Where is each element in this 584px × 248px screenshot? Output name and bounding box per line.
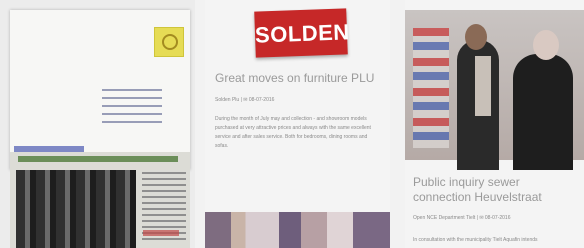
clipping-photo (16, 170, 136, 248)
person-right (513, 54, 573, 170)
handwritten-note (14, 146, 84, 152)
handwritten-address (102, 83, 162, 129)
article-meta: Open NCE Department Tielt | ✉ 08-07-2016 (413, 215, 511, 221)
scarf (475, 56, 491, 116)
article-excerpt: During the month of July may and collect… (215, 116, 371, 149)
article-photo[interactable] (405, 10, 584, 170)
article-card-2[interactable]: SOLDEN Great moves on furniture PLU Sold… (205, 0, 390, 248)
solden-logo[interactable]: SOLDEN (254, 8, 351, 58)
person-right-head (533, 30, 559, 60)
clipping-headline (18, 156, 178, 162)
article-excerpt: In consultation with the municipality Ti… (413, 237, 538, 243)
article-title[interactable]: Public inquiry sewer connection Heuvelst… (413, 175, 578, 205)
newspaper-clipping-image[interactable] (10, 152, 190, 248)
article-card-3[interactable]: Public inquiry sewer connection Heuvelst… (405, 0, 584, 248)
person-left-head (465, 24, 487, 50)
postage-stamp (154, 27, 184, 57)
brochure-shelf (413, 28, 449, 148)
article-meta: Solden Plu | ✉ 08-07-2016 (215, 97, 275, 103)
article-card-1[interactable] (0, 0, 195, 248)
next-article-photo[interactable] (205, 212, 390, 248)
article-title[interactable]: Great moves on furniture PLU (215, 71, 385, 86)
logo-text: SOLDEN (254, 19, 351, 48)
clipping-highlight (143, 230, 179, 236)
